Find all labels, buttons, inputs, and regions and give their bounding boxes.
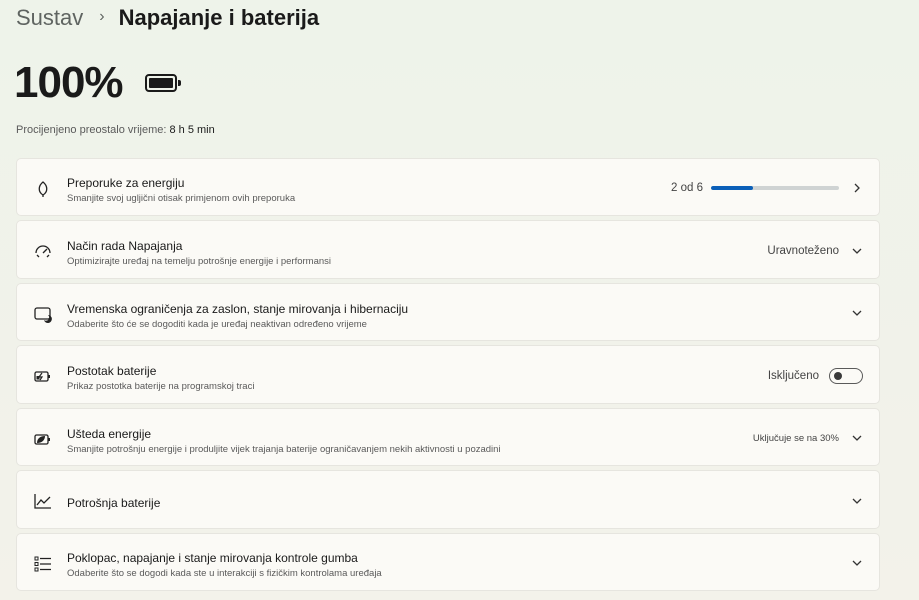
power-mode-value[interactable]: Uravnoteženo <box>767 245 839 257</box>
estimate-label: Procijenjeno preostalo vrijeme: <box>16 124 167 136</box>
chevron-down-icon[interactable] <box>851 495 863 507</box>
card-title: Ušteda energije <box>67 427 152 441</box>
screen-sleep-icon <box>33 304 53 324</box>
speedometer-icon <box>33 241 53 261</box>
chevron-down-icon[interactable] <box>851 245 863 257</box>
card-lid-power-buttons[interactable]: Poklopac, napajanje i stanje mirovanja k… <box>16 533 880 591</box>
card-subtitle: Prikaz postotka baterije na programskoj … <box>67 381 255 392</box>
list-icon <box>33 554 53 574</box>
breadcrumb: Sustav › Napajanje i baterija <box>16 4 319 32</box>
card-title: Vremenska ograničenja za zaslon, stanje … <box>67 302 409 316</box>
estimated-time-remaining: Procijenjeno preostalo vrijeme: 8 h 5 mi… <box>16 124 215 136</box>
page-title: Napajanje i baterija <box>118 5 320 30</box>
card-subtitle: Smanjite potrošnju energije i produljite… <box>67 444 501 455</box>
battery-saver-icon <box>33 429 53 449</box>
chevron-down-icon[interactable] <box>851 557 863 569</box>
card-battery-percentage[interactable]: Postotak baterije Prikaz postotka bateri… <box>16 345 880 404</box>
leaf-icon <box>33 179 53 199</box>
card-energy-recommendations[interactable]: Preporuke za energiju Smanjite svoj uglj… <box>16 158 880 216</box>
battery-percentage-toggle[interactable] <box>829 368 863 384</box>
card-battery-usage[interactable]: Potrošnja baterije <box>16 470 880 529</box>
breadcrumb-separator: › <box>99 8 105 25</box>
card-title: Postotak baterije <box>67 364 157 378</box>
card-subtitle: Smanjite svoj ugljični otisak primjenom … <box>67 193 296 204</box>
chevron-down-icon[interactable] <box>851 307 863 319</box>
estimate-value: 8 h 5 min <box>169 124 215 136</box>
card-title: Preporuke za energiju <box>67 176 185 190</box>
card-title: Potrošnja baterije <box>67 496 161 510</box>
card-subtitle: Optimizirajte uređaj na temelju potrošnj… <box>67 256 332 267</box>
card-subtitle: Odaberite što će se dogoditi kada je ure… <box>67 319 367 330</box>
recommendations-count: 2 od 6 <box>671 182 703 194</box>
energy-saver-threshold: Uključuje se na 30% <box>752 432 839 444</box>
battery-percentage-toggle-label: Isključeno <box>767 370 819 382</box>
recommendations-progress-bar <box>711 186 839 190</box>
card-subtitle: Odaberite što se dogodi kada ste u inter… <box>67 568 382 579</box>
breadcrumb-parent-sustav[interactable]: Sustav <box>16 5 83 31</box>
card-power-mode[interactable]: Način rada Napajanja Optimizirajte uređa… <box>16 220 880 279</box>
battery-charging-icon <box>33 366 53 386</box>
battery-full-icon <box>144 74 181 92</box>
battery-percent: 100% <box>14 58 124 107</box>
chevron-down-icon[interactable] <box>851 432 863 444</box>
battery-summary: 100% <box>14 58 181 108</box>
card-screen-sleep-timeouts[interactable]: Vremenska ograničenja za zaslon, stanje … <box>16 283 880 341</box>
card-energy-saver[interactable]: Ušteda energije Smanjite potrošnju energ… <box>16 408 880 466</box>
line-chart-icon <box>33 491 53 511</box>
card-title: Poklopac, napajanje i stanje mirovanja k… <box>67 551 358 565</box>
card-title: Način rada Napajanja <box>67 239 183 253</box>
chevron-right-icon <box>851 182 863 194</box>
